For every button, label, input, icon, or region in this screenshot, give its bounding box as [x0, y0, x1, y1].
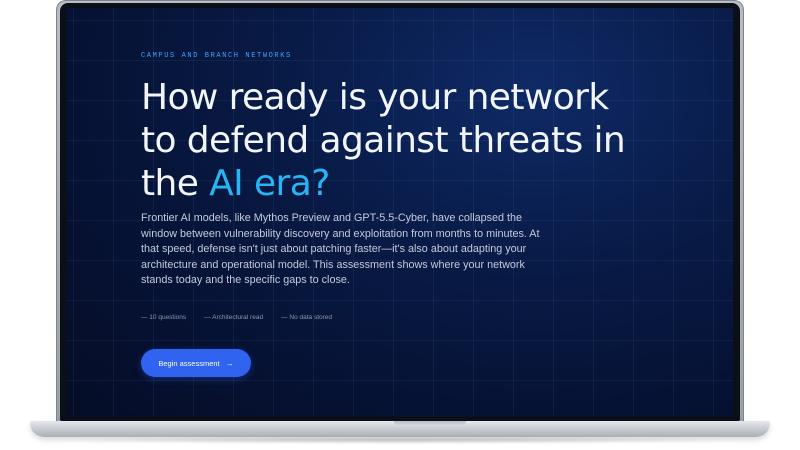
- intro-paragraph: Frontier AI models, like Mythos Preview …: [141, 212, 540, 286]
- meta-questions: — 10 questions: [141, 314, 187, 321]
- headline-line-3: the: [141, 163, 210, 204]
- laptop-base-notch: [394, 421, 466, 426]
- meta-no-data-stored: — No data stored: [281, 314, 333, 321]
- page-title: How ready is your network to defend agai…: [141, 76, 701, 205]
- meta-architectural-read: — Architectural read: [204, 314, 264, 321]
- arrow-right-icon: →: [225, 358, 234, 368]
- eyebrow-label: CAMPUS AND BRANCH NETWORKS: [141, 52, 292, 60]
- laptop-screen: CAMPUS AND BRANCH NETWORKS How ready is …: [67, 8, 733, 416]
- begin-assessment-button[interactable]: Begin assessment →: [141, 349, 251, 377]
- headline-line-2: to defend against threats in: [141, 120, 626, 161]
- headline-line-1: How ready is your network: [141, 77, 609, 118]
- begin-assessment-label: Begin assessment: [158, 358, 220, 368]
- assessment-meta: — 10 questions — Architectural read — No…: [141, 314, 332, 321]
- laptop-base: [30, 421, 770, 437]
- headline-accent: AI era?: [209, 163, 330, 204]
- laptop-mockup: CAMPUS AND BRANCH NETWORKS How ready is …: [0, 0, 800, 450]
- laptop-shadow: [60, 436, 740, 444]
